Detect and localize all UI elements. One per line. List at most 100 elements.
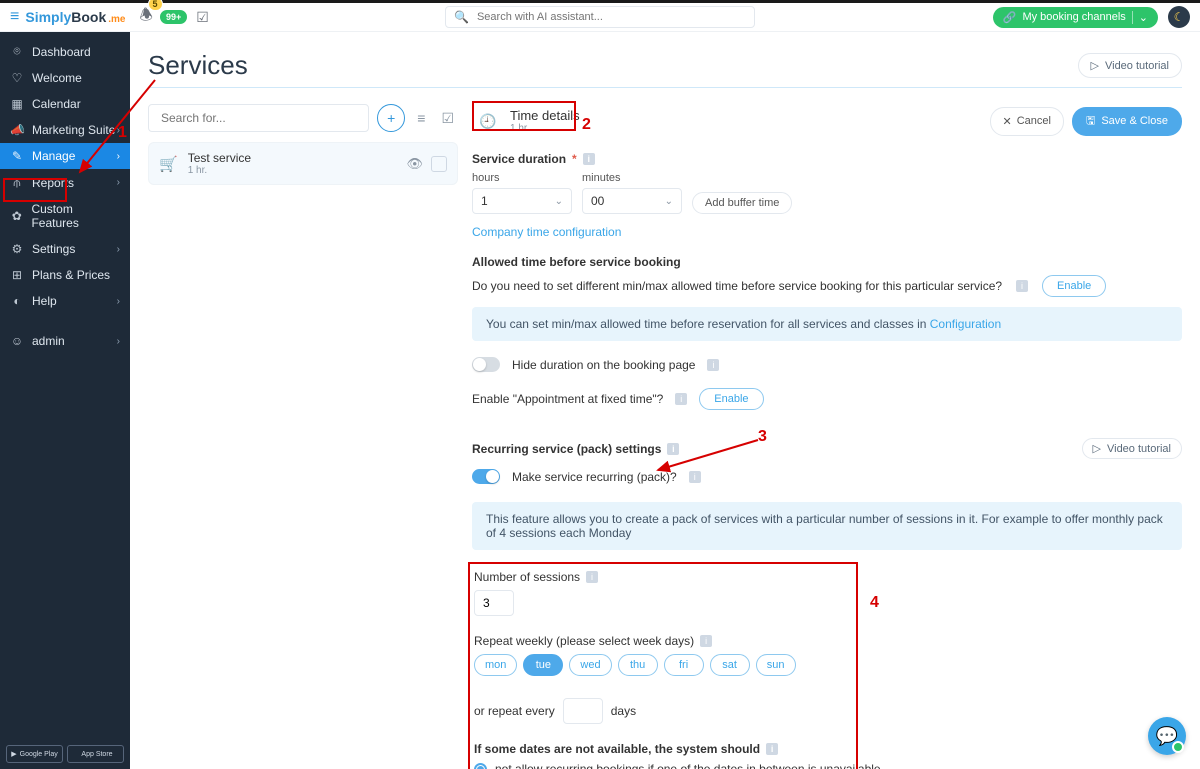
service-detail-column: 🕘 Time details 1 hr. ✕ Cancel 🖫 Save & C… <box>472 104 1182 769</box>
chevron-right-icon: › <box>117 125 120 136</box>
info-icon[interactable]: i <box>700 635 712 647</box>
sidebar-item-label: Custom Features <box>31 202 120 230</box>
menu-toggle-icon[interactable]: ≡ <box>10 8 19 26</box>
logo-s: S <box>25 9 34 25</box>
save-close-button[interactable]: 🖫 Save & Close <box>1072 107 1182 136</box>
quick-calendar-icon[interactable]: ☑ <box>196 9 209 26</box>
hours-field: hours 1 ⌄ <box>472 172 572 214</box>
info-icon[interactable]: i <box>1016 280 1028 292</box>
sidebar-item-label: Manage <box>32 149 75 163</box>
sidebar-item-plans[interactable]: ⊞ Plans & Prices <box>0 262 130 288</box>
day-chip-fri[interactable]: fri <box>664 654 704 676</box>
store-label: Google Play <box>20 751 58 758</box>
unavail-heading-row: If some dates are not available, the sys… <box>474 742 1180 756</box>
sessions-label: Number of sessions <box>474 570 580 584</box>
info-icon[interactable]: i <box>675 393 687 405</box>
company-time-config-link[interactable]: Company time configuration <box>472 225 621 239</box>
cancel-button[interactable]: ✕ Cancel <box>990 107 1064 136</box>
info-icon[interactable]: i <box>707 359 719 371</box>
hours-label: hours <box>472 172 572 184</box>
visibility-icon[interactable]: 👁 <box>406 156 423 172</box>
sidebar-item-reports[interactable]: ⫛ Reports › <box>0 169 130 196</box>
services-search[interactable] <box>148 104 369 132</box>
info-icon[interactable]: i <box>689 471 701 483</box>
google-play-link[interactable]: ▶ Google Play <box>6 745 63 763</box>
add-buffer-button[interactable]: Add buffer time <box>692 192 792 214</box>
booking-channels-button[interactable]: 🔗 My booking channels ⌄ <box>993 7 1158 28</box>
recurring-heading: Recurring service (pack) settings <box>472 442 661 456</box>
repeat-days-input[interactable] <box>563 698 603 724</box>
day-chip-sun[interactable]: sun <box>756 654 796 676</box>
sidebar-item-label: Calendar <box>32 97 81 111</box>
detail-header: 🕘 Time details 1 hr. ✕ Cancel 🖫 Save & C… <box>472 104 1182 138</box>
service-list-item[interactable]: 🛒 Test service 1 hr. 👁 <box>148 142 458 185</box>
app-store-link[interactable]: App Store <box>67 745 124 763</box>
select-all-icon[interactable]: ☑ <box>437 106 458 131</box>
hours-select[interactable]: 1 ⌄ <box>472 188 572 214</box>
info-icon[interactable]: i <box>586 571 598 583</box>
sessions-label-row: Number of sessions i <box>474 570 1180 584</box>
chevron-right-icon: › <box>117 296 120 307</box>
minutes-field: minutes 00 ⌄ <box>582 172 682 214</box>
sidebar-item-manage[interactable]: ✎ Manage › <box>0 143 130 169</box>
logo-book: Book <box>71 9 106 25</box>
notifications-button[interactable]: 🕭 5 <box>140 5 153 30</box>
activity-badge[interactable]: 99+ <box>159 9 188 25</box>
enable-allowed-time-button[interactable]: Enable <box>1042 275 1106 297</box>
hours-value: 1 <box>481 194 488 208</box>
cart-icon: 🛒 <box>159 155 178 173</box>
sidebar-item-dashboard[interactable]: ⌾ Dashboard <box>0 38 130 65</box>
add-service-button[interactable]: + <box>377 104 405 132</box>
list-view-icon[interactable]: ≡ <box>413 106 429 130</box>
clock-icon: 🕘 <box>476 109 500 133</box>
minutes-label: minutes <box>582 172 682 184</box>
hide-duration-label: Hide duration on the booking page <box>512 358 695 372</box>
content-columns: + ≡ ☑ 🛒 Test service 1 hr. 👁 <box>148 104 1182 769</box>
info-icon[interactable]: i <box>583 153 595 165</box>
booking-channels-label: My booking channels <box>1022 11 1125 23</box>
or-repeat-prefix: or repeat every <box>474 704 555 718</box>
theme-toggle[interactable]: ☾ <box>1168 6 1190 28</box>
sidebar-item-marketing[interactable]: 📣 Marketing Suite › <box>0 117 130 143</box>
play-icon: ▷ <box>1091 59 1099 72</box>
sidebar-item-label: Welcome <box>32 71 82 85</box>
detail-header-text: Time details 1 hr. <box>510 108 580 134</box>
sidebar-item-custom-features[interactable]: ✿ Custom Features <box>0 196 130 236</box>
hide-duration-block: Hide duration on the booking page i <box>472 357 1182 372</box>
banner-prefix: You can set min/max allowed time before … <box>486 317 930 331</box>
service-checkbox[interactable] <box>431 156 447 172</box>
day-chip-wed[interactable]: wed <box>569 654 611 676</box>
repeat-weekly-label: Repeat weekly (please select week days) <box>474 634 694 648</box>
store-label: App Store <box>81 751 112 758</box>
day-chip-thu[interactable]: thu <box>618 654 658 676</box>
day-chip-mon[interactable]: mon <box>474 654 517 676</box>
info-icon[interactable]: i <box>766 743 778 755</box>
make-recurring-label: Make service recurring (pack)? <box>512 470 677 484</box>
video-tutorial-button[interactable]: ▷ Video tutorial <box>1078 53 1182 78</box>
hide-duration-toggle[interactable] <box>472 357 500 372</box>
sidebar-item-user[interactable]: ☺ admin › <box>0 328 130 354</box>
sidebar-item-welcome[interactable]: ♡ Welcome <box>0 65 130 91</box>
ai-search[interactable]: 🔍 <box>445 6 755 28</box>
info-icon[interactable]: i <box>667 443 679 455</box>
ai-search-input[interactable] <box>475 10 746 24</box>
sidebar-item-settings[interactable]: ⚙ Settings › <box>0 236 130 262</box>
sidebar-item-calendar[interactable]: ▦ Calendar <box>0 91 130 117</box>
service-item-name: Test service <box>188 151 251 165</box>
chat-fab[interactable]: 💬 <box>1148 717 1186 755</box>
day-chip-sat[interactable]: sat <box>710 654 750 676</box>
configuration-link[interactable]: Configuration <box>930 317 1001 331</box>
day-chip-tue[interactable]: tue <box>523 654 563 676</box>
make-recurring-toggle[interactable] <box>472 469 500 484</box>
play-icon: ▷ <box>1093 442 1101 455</box>
brand-logo[interactable]: SimplyBook.me <box>25 9 125 25</box>
topbar: ≡ SimplyBook.me 🕭 5 99+ ☑ 🔍 🔗 My booking… <box>0 0 1200 32</box>
recurring-video-tutorial-button[interactable]: ▷ Video tutorial <box>1082 438 1182 459</box>
service-item-actions: 👁 <box>406 156 447 172</box>
unavail-option-0[interactable]: not allow recurring bookings if one of t… <box>474 762 1180 769</box>
minutes-select[interactable]: 00 ⌄ <box>582 188 682 214</box>
enable-fixed-time-button[interactable]: Enable <box>699 388 763 410</box>
services-search-input[interactable] <box>159 110 358 126</box>
sessions-input[interactable] <box>474 590 514 616</box>
sidebar-item-help[interactable]: ◐ Help › <box>0 288 130 314</box>
